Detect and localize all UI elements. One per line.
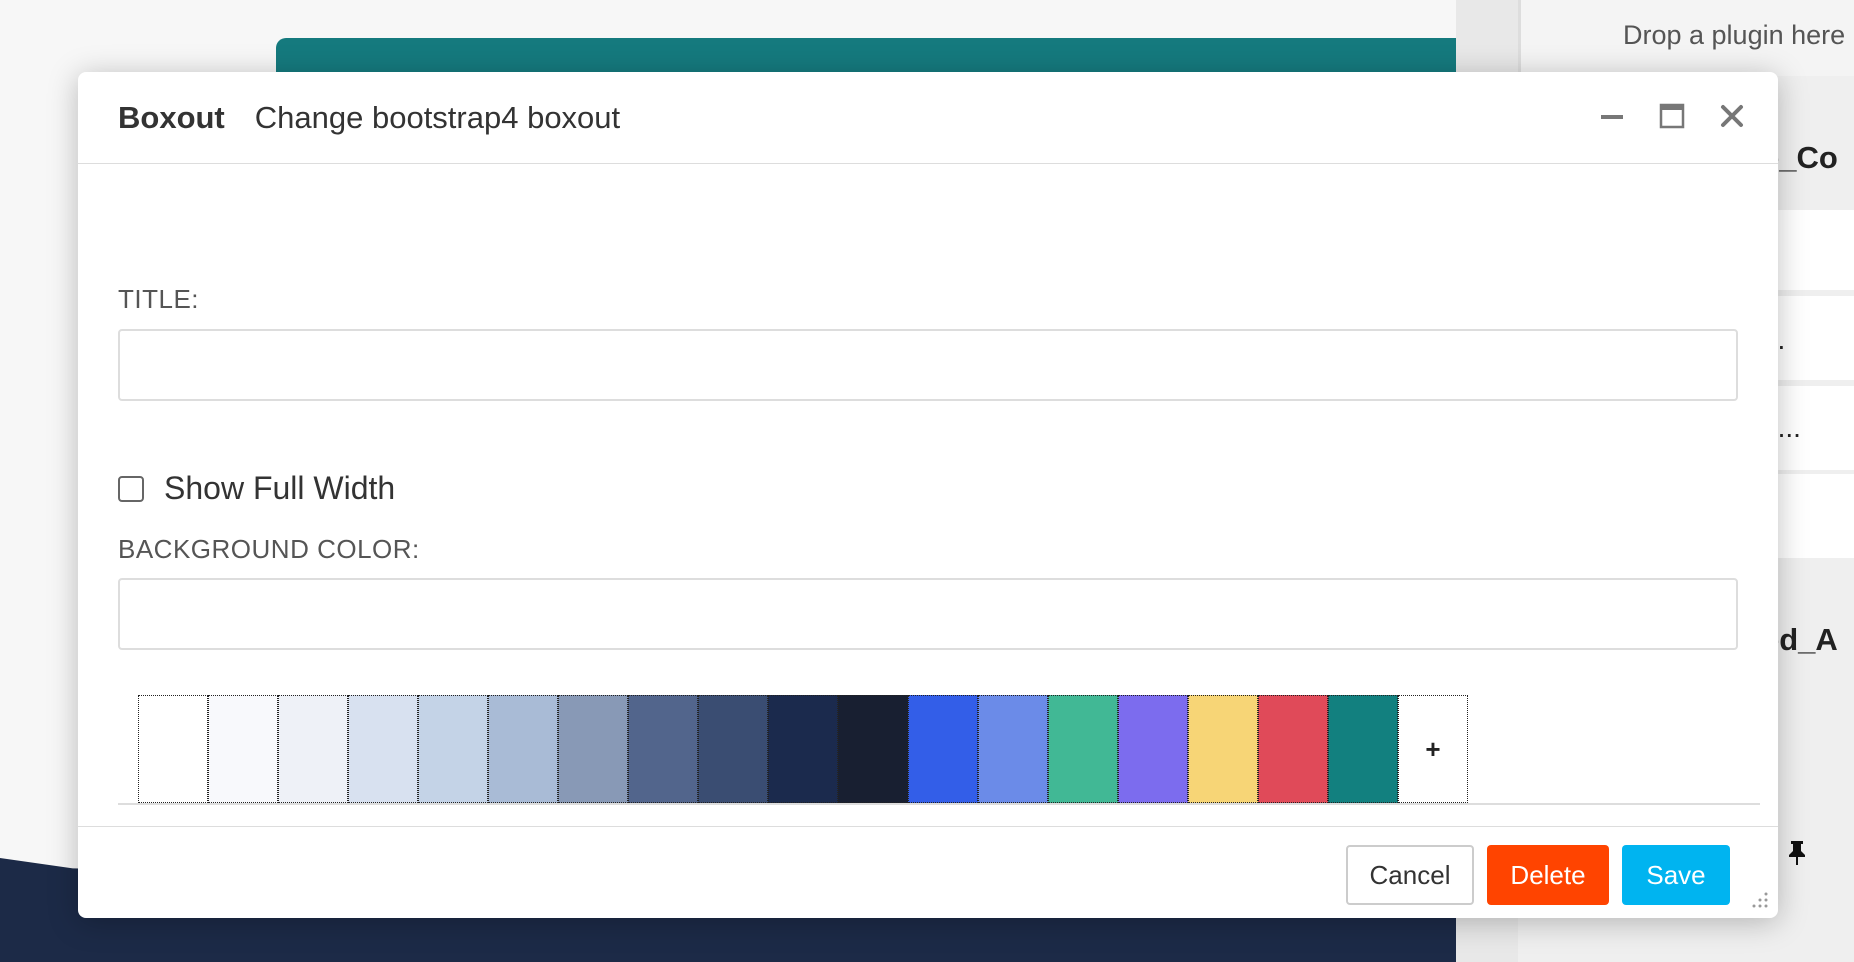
cancel-button[interactable]: Cancel: [1346, 845, 1474, 905]
color-swatch[interactable]: [908, 695, 978, 803]
color-swatch[interactable]: [838, 695, 908, 803]
pin-icon[interactable]: [1786, 838, 1808, 874]
modal-subtitle: Change bootstrap4 boxout: [254, 99, 621, 135]
color-swatch[interactable]: [418, 695, 488, 803]
color-swatch[interactable]: [1258, 695, 1328, 803]
color-swatch[interactable]: [208, 695, 278, 803]
color-swatch[interactable]: [1328, 695, 1398, 803]
modal-title: Boxout: [118, 99, 225, 135]
color-swatch[interactable]: [1118, 695, 1188, 803]
full-width-checkbox[interactable]: [118, 475, 144, 502]
color-swatch[interactable]: [698, 695, 768, 803]
add-color-button[interactable]: +: [1398, 695, 1468, 803]
color-swatch[interactable]: [558, 695, 628, 803]
modal-footer: Cancel Delete Save: [78, 826, 1778, 918]
delete-button[interactable]: Delete: [1487, 845, 1609, 905]
color-swatch[interactable]: [138, 695, 208, 803]
palette-divider: [118, 803, 1760, 805]
color-swatch[interactable]: [348, 695, 418, 803]
background-color-input[interactable]: [118, 578, 1738, 650]
edit-plugin-modal: Boxout Change bootstrap4 boxout TITLE: S…: [78, 72, 1778, 918]
color-swatch[interactable]: [278, 695, 348, 803]
window-controls: [1596, 100, 1748, 132]
full-width-label: Show Full Width: [164, 470, 396, 506]
title-field-label: TITLE:: [118, 284, 200, 314]
color-swatch[interactable]: [768, 695, 838, 803]
maximize-icon[interactable]: [1656, 100, 1688, 132]
color-swatch[interactable]: [1048, 695, 1118, 803]
full-width-option: Show Full Width: [118, 470, 395, 507]
color-swatch[interactable]: [488, 695, 558, 803]
color-swatch[interactable]: [628, 695, 698, 803]
plugin-drop-zone[interactable]: Drop a plugin here: [1518, 0, 1854, 76]
color-swatch[interactable]: [978, 695, 1048, 803]
close-icon[interactable]: [1716, 100, 1748, 132]
resize-grip-icon[interactable]: [1748, 890, 1770, 912]
minimize-icon[interactable]: [1596, 100, 1628, 132]
save-button[interactable]: Save: [1622, 845, 1730, 905]
drop-zone-label: Drop a plugin here: [1623, 20, 1846, 50]
color-swatch[interactable]: [1188, 695, 1258, 803]
color-swatch-palette: +: [138, 695, 1468, 803]
title-input[interactable]: [118, 329, 1738, 401]
modal-header: Boxout Change bootstrap4 boxout: [78, 72, 1778, 164]
modal-body: TITLE: Show Full Width BACKGROUND COLOR:…: [78, 164, 1778, 828]
background-color-label: BACKGROUND COLOR:: [118, 534, 420, 564]
